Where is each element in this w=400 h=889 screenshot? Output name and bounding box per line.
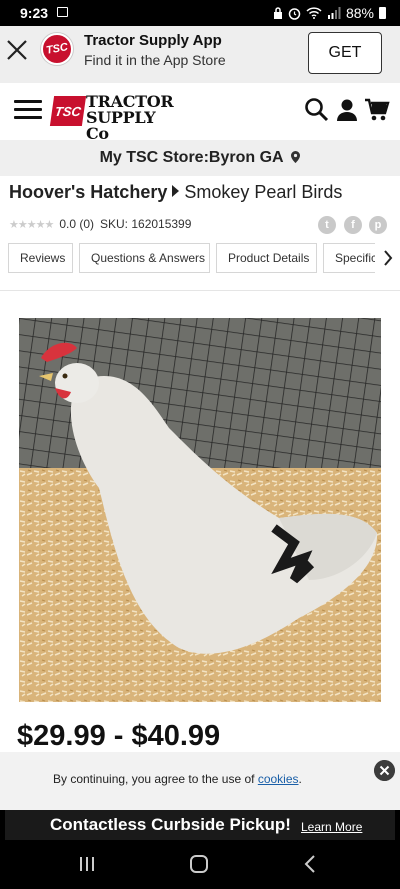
rating-row: ★★★★★ 0.0 (0) SKU: 162015399 xyxy=(9,217,191,231)
app-banner-title: Tractor Supply App xyxy=(84,32,222,49)
close-icon[interactable] xyxy=(6,39,28,61)
app-install-banner: TSC Tractor Supply App Find it in the Ap… xyxy=(0,26,400,83)
app-logo: TSC xyxy=(41,33,73,65)
logo-badge-text: TSC xyxy=(53,103,83,119)
product-title: Hoover's Hatchery Smokey Pearl Birds xyxy=(9,182,342,203)
battery-icon xyxy=(379,7,386,19)
site-header: TSC TRACTOR SUPPLY Co xyxy=(0,83,400,142)
alarm-icon xyxy=(288,7,301,20)
product-price: $29.99 - $40.99 xyxy=(17,720,221,752)
product-brand[interactable]: Hoover's Hatchery xyxy=(9,182,167,202)
status-bar: 9:23 88% xyxy=(0,0,400,26)
caret-right-icon xyxy=(172,185,180,197)
store-label: My TSC Store:Byron GA xyxy=(99,149,283,166)
facebook-icon[interactable]: f xyxy=(344,216,362,234)
status-time: 9:23 xyxy=(20,5,49,21)
lock-icon xyxy=(273,7,282,19)
back-icon[interactable] xyxy=(303,854,317,874)
tabs-scroll-right[interactable] xyxy=(375,243,400,273)
app-banner-subtitle: Find it in the App Store xyxy=(84,52,226,68)
cart-icon[interactable] xyxy=(364,97,390,123)
battery-percent: 88% xyxy=(345,5,374,21)
cookie-message: By continuing, you agree to the use of c… xyxy=(53,772,302,786)
star-rating-icon[interactable]: ★★★★★ xyxy=(9,218,54,231)
system-nav-bar xyxy=(0,840,400,889)
app-logo-text: TSC xyxy=(45,41,69,57)
get-app-button[interactable]: GET xyxy=(308,32,382,74)
divider xyxy=(0,290,400,291)
cookie-suffix: . xyxy=(298,772,302,786)
tab-reviews[interactable]: Reviews xyxy=(8,243,73,273)
learn-more-link[interactable]: Learn More xyxy=(301,820,362,834)
logo-line-2: SUPPLY Co xyxy=(86,108,156,143)
my-store-bar[interactable]: My TSC Store:Byron GA xyxy=(0,140,400,176)
logo-badge: TSC xyxy=(49,96,87,126)
location-pin-icon xyxy=(291,151,301,163)
tab-questions-answers[interactable]: Questions & Answers xyxy=(79,243,210,273)
product-image[interactable] xyxy=(19,318,381,702)
logo-wordmark: TRACTOR SUPPLY Co xyxy=(86,94,180,142)
wifi-icon xyxy=(306,7,322,19)
search-icon[interactable] xyxy=(304,97,330,123)
curbside-banner: Contactless Curbside Pickup! Learn More xyxy=(0,810,400,840)
tsc-logo[interactable]: TSC TRACTOR SUPPLY Co xyxy=(49,93,180,142)
account-icon[interactable] xyxy=(334,97,360,123)
status-icons: 88% xyxy=(273,5,386,21)
gallery-notification-icon xyxy=(57,7,68,17)
curbside-text: Contactless Curbside Pickup! xyxy=(50,815,291,834)
pinterest-icon[interactable]: p xyxy=(369,216,387,234)
cookies-link[interactable]: cookies xyxy=(258,772,299,786)
product-tabs: Reviews Questions & Answers Product Deta… xyxy=(8,243,400,273)
cookie-banner: By continuing, you agree to the use of c… xyxy=(0,752,400,810)
twitter-icon[interactable]: t xyxy=(318,216,336,234)
menu-icon[interactable] xyxy=(14,100,42,120)
close-icon[interactable] xyxy=(374,760,395,781)
rating-value: 0.0 (0) xyxy=(59,217,94,231)
home-icon[interactable] xyxy=(189,854,209,874)
sku-label: SKU: 162015399 xyxy=(100,217,192,231)
signal-icon xyxy=(327,7,341,19)
tab-product-details[interactable]: Product Details xyxy=(216,243,317,273)
product-name: Smokey Pearl Birds xyxy=(184,182,343,202)
chevron-right-icon xyxy=(383,250,392,266)
hen-photo xyxy=(19,318,381,702)
cookie-text: By continuing, you agree to the use of xyxy=(53,772,255,786)
recent-apps-icon[interactable] xyxy=(78,855,96,873)
